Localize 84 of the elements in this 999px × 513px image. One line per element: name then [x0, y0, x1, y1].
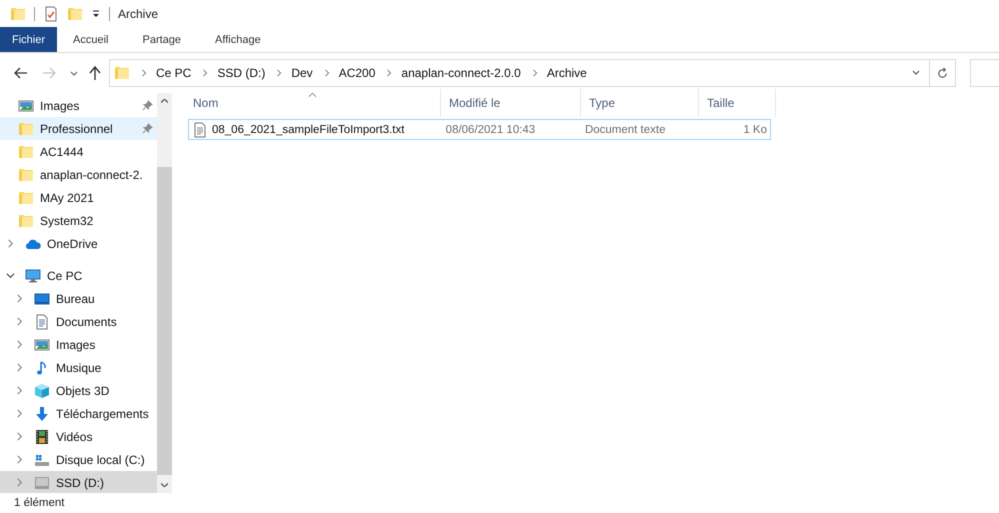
- drive-icon: [34, 474, 50, 490]
- item-label: anaplan-connect-2.: [40, 168, 143, 182]
- image-icon: [34, 336, 50, 352]
- sidebar-item[interactable]: Images: [0, 94, 157, 117]
- column-header[interactable]: Modifié le: [441, 89, 581, 117]
- column-header[interactable]: Nom: [185, 89, 441, 117]
- image-icon: [18, 98, 34, 114]
- up-arrow-icon[interactable]: [87, 65, 103, 81]
- document-icon: [34, 314, 50, 330]
- window-title: Archive: [118, 6, 158, 20]
- sidebar-item[interactable]: Professionnel: [0, 117, 157, 140]
- file-row[interactable]: 08_06_2021_sampleFileToImport3.txt 08/06/2021 10:43 Document texte 1 Ko: [188, 119, 771, 140]
- item-label: Images: [40, 98, 80, 112]
- folder-icon: [18, 212, 34, 228]
- sidebar-item[interactable]: AC1444: [0, 140, 157, 163]
- item-label: System32: [40, 214, 94, 228]
- item-label: Objets 3D: [56, 384, 110, 398]
- text-file-icon: [192, 122, 208, 138]
- folder-icon: [18, 166, 34, 182]
- back-arrow-icon[interactable]: [13, 65, 29, 81]
- address-bar[interactable]: Ce PC SSD (D:) Dev AC200 anaplan-connect-2.0.0 Archive: [109, 59, 930, 87]
- folder-icon: [18, 144, 34, 160]
- table-cell-text: 1 Ko: [742, 124, 768, 136]
- sidebar-item[interactable]: Objets 3D: [0, 379, 157, 402]
- scroll-up-icon[interactable]: [161, 99, 168, 103]
- breadcrumb[interactable]: Dev: [291, 66, 313, 80]
- breadcrumb[interactable]: SSD (D:): [217, 66, 266, 80]
- down-arrow-icon: [34, 406, 50, 422]
- sidebar-item[interactable]: SSD (D:): [0, 471, 157, 493]
- film-icon: [34, 428, 50, 444]
- column-header[interactable]: Type: [581, 89, 699, 117]
- breadcrumb[interactable]: Ce PC: [156, 66, 192, 80]
- sidebar-item[interactable]: anaplan-connect-2.: [0, 163, 157, 186]
- table-cell-text: Document texte: [584, 124, 666, 136]
- refresh-icon: [936, 66, 949, 80]
- column-header[interactable]: Taille: [699, 89, 776, 117]
- sort-caret-icon[interactable]: [308, 92, 316, 98]
- item-label: Vidéos: [56, 430, 92, 444]
- breadcrumb[interactable]: AC200: [338, 66, 376, 80]
- status-text: 1 élément: [14, 497, 65, 509]
- folder-icon: [18, 190, 34, 206]
- scrollbar[interactable]: [157, 93, 172, 493]
- dropdown-icon[interactable]: [91, 8, 101, 18]
- sidebar-item[interactable]: MAy 2021: [0, 186, 157, 209]
- item-label: AC1444: [40, 144, 84, 158]
- scroll-down-icon[interactable]: [161, 483, 168, 487]
- item-label: Disque local (C:): [56, 452, 145, 466]
- item-label: Musique: [56, 360, 102, 374]
- sidebar-item[interactable]: Disque local (C:): [0, 448, 157, 471]
- file-name: 08_06_2021_sampleFileToImport3.txt: [212, 124, 404, 136]
- item-label: OneDrive: [47, 236, 98, 250]
- folder-icon: [18, 120, 34, 136]
- sidebar-item[interactable]: Ce PC: [0, 264, 157, 287]
- pin-icon[interactable]: [142, 100, 153, 111]
- folder-icon: [10, 6, 26, 22]
- item-label: Bureau: [56, 292, 95, 306]
- folder-icon: [114, 65, 130, 81]
- sidebar-item[interactable]: System32: [0, 209, 157, 232]
- sidebar-item[interactable]: Images: [0, 333, 157, 356]
- sidebar-item[interactable]: OneDrive: [0, 232, 157, 255]
- monitor-icon: [25, 268, 41, 284]
- breadcrumb[interactable]: anaplan-connect-2.0.0: [401, 66, 521, 80]
- desktop-icon: [34, 290, 50, 306]
- sidebar-item[interactable]: Vidéos: [0, 425, 157, 448]
- item-label: Téléchargements: [56, 406, 149, 420]
- item-label: Professionnel: [40, 122, 113, 136]
- sidebar-item[interactable]: Documents: [0, 310, 157, 333]
- table-cell-text: 08/06/2021 10:43: [444, 124, 536, 136]
- ribbon-tab[interactable]: Fichier: [0, 27, 58, 52]
- item-label: SSD (D:): [56, 476, 104, 490]
- cube-icon: [34, 382, 50, 398]
- sidebar-item[interactable]: Musique: [0, 356, 157, 379]
- chevron-icon[interactable]: [6, 271, 15, 280]
- sidebar-item[interactable]: Bureau: [0, 287, 157, 310]
- refresh-button[interactable]: [930, 59, 956, 87]
- search-field[interactable]: [970, 59, 999, 87]
- item-label: MAy 2021: [40, 190, 94, 204]
- item-label: Ce PC: [47, 268, 82, 282]
- item-label: Documents: [56, 314, 117, 328]
- sidebar-item[interactable]: Téléchargements: [0, 402, 157, 425]
- breadcrumb[interactable]: Archive: [546, 66, 587, 80]
- item-label: Images: [56, 338, 96, 352]
- pin-icon[interactable]: [142, 123, 153, 134]
- properties-icon[interactable]: [43, 6, 59, 22]
